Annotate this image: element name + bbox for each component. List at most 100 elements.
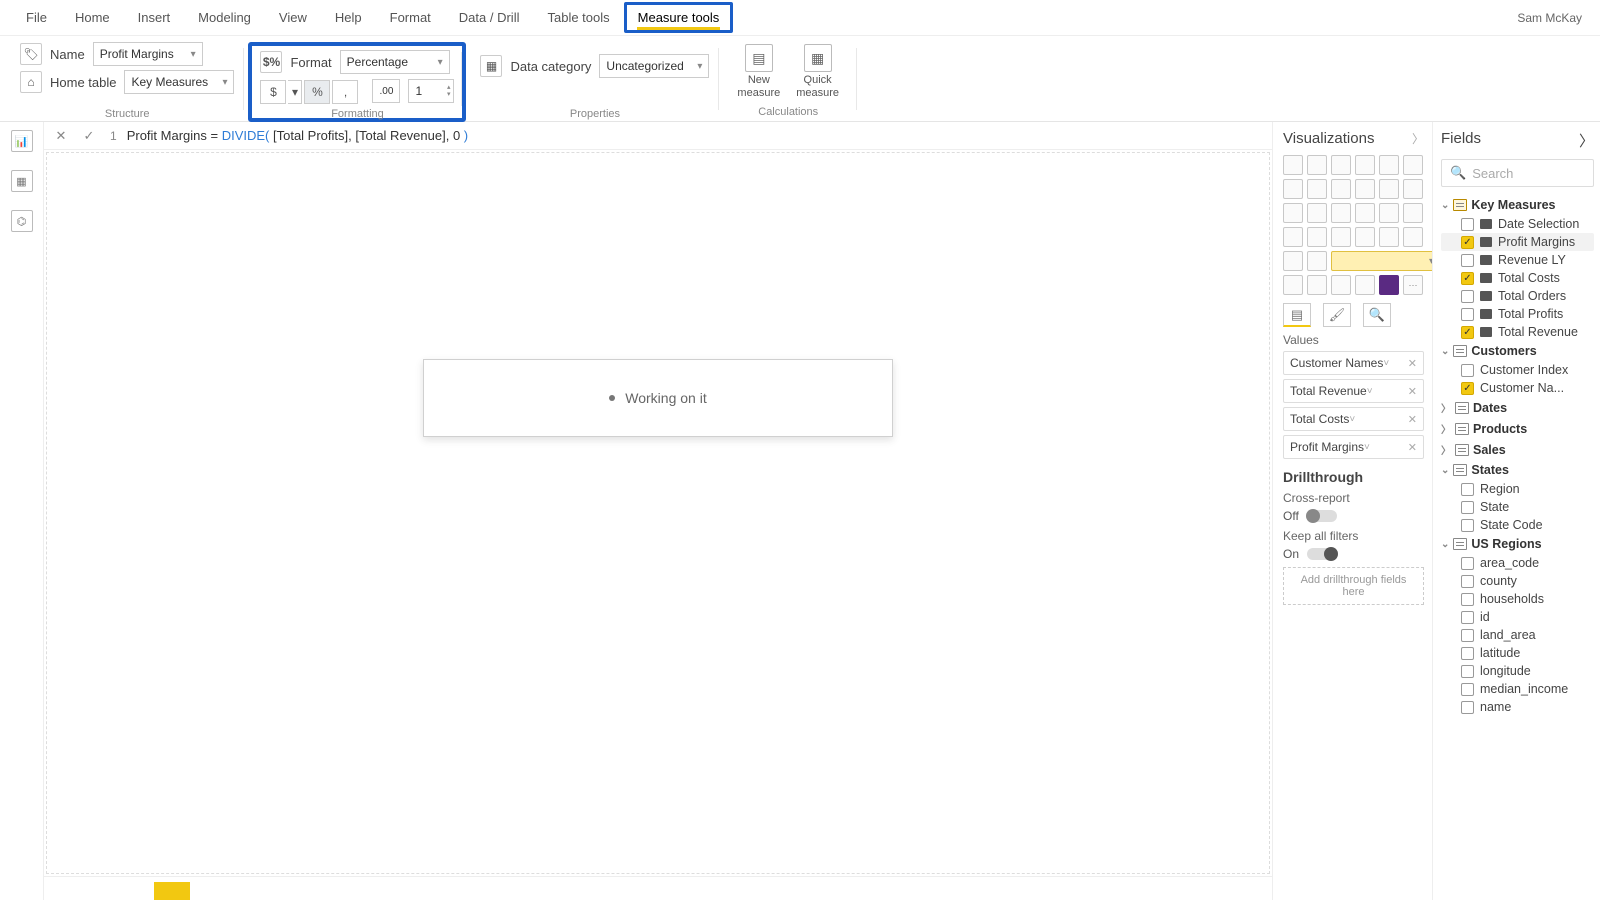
- field-well-total-revenue[interactable]: Total Revenue˅✕: [1283, 379, 1424, 403]
- viz-type-6[interactable]: [1283, 179, 1303, 199]
- field-state[interactable]: State: [1441, 498, 1594, 516]
- field-well-total-costs[interactable]: Total Costs˅✕: [1283, 407, 1424, 431]
- viz-type-23[interactable]: [1403, 227, 1423, 247]
- fields-tab-button[interactable]: ▤: [1283, 303, 1311, 327]
- table-customers[interactable]: ⌄Customers: [1441, 341, 1594, 361]
- viz-type-17[interactable]: [1403, 203, 1423, 223]
- percent-button[interactable]: %: [304, 80, 330, 104]
- viz-type-13[interactable]: [1307, 203, 1327, 223]
- remove-field-icon[interactable]: ✕: [1408, 413, 1417, 426]
- field-checkbox[interactable]: ✓: [1461, 236, 1474, 249]
- viz-type-12[interactable]: [1283, 203, 1303, 223]
- field-checkbox[interactable]: [1461, 647, 1474, 660]
- field-checkbox[interactable]: [1461, 483, 1474, 496]
- field-total-costs[interactable]: ✓Total Costs: [1441, 269, 1594, 287]
- viz-type-4[interactable]: [1379, 155, 1399, 175]
- field-checkbox[interactable]: [1461, 683, 1474, 696]
- field-well-profit-margins[interactable]: Profit Margins˅✕: [1283, 435, 1424, 459]
- field-checkbox[interactable]: [1461, 611, 1474, 624]
- menu-view[interactable]: View: [265, 2, 321, 33]
- report-canvas[interactable]: Working on it: [46, 152, 1270, 874]
- field-checkbox[interactable]: [1461, 701, 1474, 714]
- quick-measure-button[interactable]: ▦ Quick measure: [788, 42, 847, 102]
- field-checkbox[interactable]: [1461, 254, 1474, 267]
- new-measure-button[interactable]: ▤ New measure: [729, 42, 788, 102]
- menu-home[interactable]: Home: [61, 2, 124, 33]
- viz-type-24[interactable]: [1283, 251, 1303, 271]
- format-select[interactable]: Percentage: [340, 50, 450, 74]
- field-checkbox[interactable]: [1461, 218, 1474, 231]
- table-states[interactable]: ⌄States: [1441, 460, 1594, 480]
- field-customer-index[interactable]: Customer Index: [1441, 361, 1594, 379]
- field-checkbox[interactable]: ✓: [1461, 382, 1474, 395]
- viz-type-15[interactable]: [1355, 203, 1375, 223]
- viz-type-35[interactable]: ⋯: [1403, 275, 1423, 295]
- decimal-places-input[interactable]: 1: [408, 79, 454, 103]
- home-table-select[interactable]: Key Measures: [124, 70, 234, 94]
- field-checkbox[interactable]: [1461, 575, 1474, 588]
- viz-type-9[interactable]: [1355, 179, 1375, 199]
- field-well-customer-names[interactable]: Customer Names˅✕: [1283, 351, 1424, 375]
- analytics-tab-button[interactable]: 🔍: [1363, 303, 1391, 327]
- viz-type-5[interactable]: [1403, 155, 1423, 175]
- remove-field-icon[interactable]: ✕: [1408, 357, 1417, 370]
- viz-type-31[interactable]: [1307, 275, 1327, 295]
- viz-type-18[interactable]: [1283, 227, 1303, 247]
- field-profit-margins[interactable]: ✓Profit Margins: [1441, 233, 1594, 251]
- cross-report-toggle[interactable]: Off: [1283, 509, 1424, 523]
- field-checkbox[interactable]: [1461, 665, 1474, 678]
- viz-type-26[interactable]: [1331, 251, 1432, 271]
- field-checkbox[interactable]: [1461, 629, 1474, 642]
- formula-cancel-button[interactable]: ✕: [50, 126, 72, 146]
- viz-type-30[interactable]: [1283, 275, 1303, 295]
- table-us-regions[interactable]: ⌄US Regions: [1441, 534, 1594, 554]
- table-sales[interactable]: 〉Sales: [1441, 439, 1594, 460]
- viz-type-21[interactable]: [1355, 227, 1375, 247]
- viz-type-10[interactable]: [1379, 179, 1399, 199]
- menu-measure-tools[interactable]: Measure tools: [624, 2, 734, 33]
- field-total-profits[interactable]: Total Profits: [1441, 305, 1594, 323]
- viz-type-0[interactable]: [1283, 155, 1303, 175]
- field-name[interactable]: name: [1441, 698, 1594, 716]
- table-products[interactable]: 〉Products: [1441, 418, 1594, 439]
- menu-help[interactable]: Help: [321, 2, 376, 33]
- field-checkbox[interactable]: [1461, 308, 1474, 321]
- field-checkbox[interactable]: ✓: [1461, 272, 1474, 285]
- menu-data-drill[interactable]: Data / Drill: [445, 2, 534, 33]
- viz-type-3[interactable]: [1355, 155, 1375, 175]
- currency-dropdown-button[interactable]: ▾: [288, 80, 302, 104]
- viz-type-2[interactable]: [1331, 155, 1351, 175]
- viz-type-11[interactable]: [1403, 179, 1423, 199]
- field-revenue-ly[interactable]: Revenue LY: [1441, 251, 1594, 269]
- viz-type-33[interactable]: [1355, 275, 1375, 295]
- viz-type-32[interactable]: [1331, 275, 1351, 295]
- field-customer-na-[interactable]: ✓Customer Na...: [1441, 379, 1594, 397]
- keep-filters-toggle[interactable]: On: [1283, 547, 1424, 561]
- viz-type-20[interactable]: [1331, 227, 1351, 247]
- field-median-income[interactable]: median_income: [1441, 680, 1594, 698]
- field-land-area[interactable]: land_area: [1441, 626, 1594, 644]
- table-dates[interactable]: 〉Dates: [1441, 397, 1594, 418]
- field-latitude[interactable]: latitude: [1441, 644, 1594, 662]
- menu-insert[interactable]: Insert: [124, 2, 185, 33]
- field-checkbox[interactable]: [1461, 557, 1474, 570]
- collapse-fields-icon[interactable]: 〉: [1579, 130, 1594, 151]
- remove-field-icon[interactable]: ✕: [1408, 385, 1417, 398]
- name-input[interactable]: Profit Margins: [93, 42, 203, 66]
- field-id[interactable]: id: [1441, 608, 1594, 626]
- field-longitude[interactable]: longitude: [1441, 662, 1594, 680]
- viz-type-34[interactable]: [1379, 275, 1399, 295]
- field-checkbox[interactable]: [1461, 501, 1474, 514]
- menu-format[interactable]: Format: [376, 2, 445, 33]
- collapse-viz-icon[interactable]: 〉: [1412, 130, 1424, 147]
- field-checkbox[interactable]: [1461, 519, 1474, 532]
- table-key-measures[interactable]: ⌄Key Measures: [1441, 195, 1594, 215]
- viz-type-1[interactable]: [1307, 155, 1327, 175]
- format-tab-button[interactable]: 🖌: [1323, 303, 1351, 327]
- field-area-code[interactable]: area_code: [1441, 554, 1594, 572]
- viz-type-8[interactable]: [1331, 179, 1351, 199]
- field-state-code[interactable]: State Code: [1441, 516, 1594, 534]
- field-total-orders[interactable]: Total Orders: [1441, 287, 1594, 305]
- field-checkbox[interactable]: [1461, 290, 1474, 303]
- viz-type-16[interactable]: [1379, 203, 1399, 223]
